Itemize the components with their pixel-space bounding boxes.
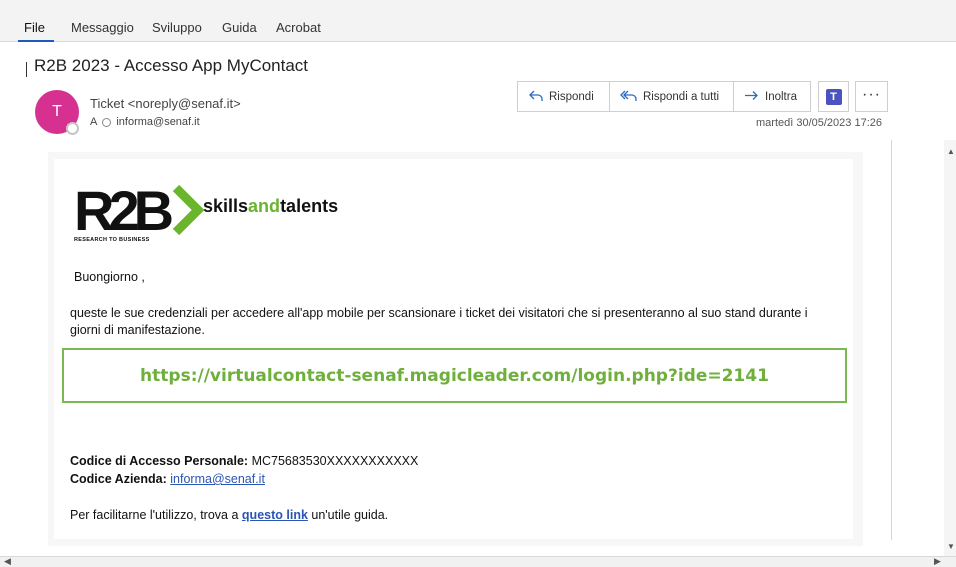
message-actions: Rispondi Rispondi a tutti Inoltra	[517, 81, 811, 112]
teams-button[interactable]: T	[818, 81, 849, 112]
reply-all-icon	[620, 89, 637, 105]
recipient-status-icon	[102, 117, 112, 127]
reply-button[interactable]: Rispondi	[518, 82, 610, 111]
access-code-row: Codice di Accesso Personale: MC75683530X…	[70, 454, 418, 468]
email-subject: R2B 2023 - Accesso App MyContact	[34, 56, 309, 75]
recipient-address[interactable]: informa@senaf.it	[116, 116, 199, 128]
received-date: martedì 30/05/2023 17:26	[756, 117, 882, 129]
login-link[interactable]: https://virtualcontact-senaf.magicleader…	[140, 366, 769, 386]
to-label: A	[90, 116, 98, 128]
logo-brand-part3: talents	[280, 196, 339, 216]
vertical-scrollbar[interactable]: ▲ ▼	[944, 140, 956, 560]
menu-guida[interactable]: Guida	[222, 20, 257, 35]
guide-prefix: Per facilitarne l'utilizzo, trova a	[70, 508, 239, 522]
guide-suffix: un'utile guida.	[311, 508, 389, 522]
scroll-right-icon[interactable]: ▶	[934, 556, 941, 567]
reply-icon	[528, 89, 543, 105]
forward-icon	[744, 89, 759, 105]
company-code-link[interactable]: informa@senaf.it	[170, 472, 265, 486]
forward-label: Inoltra	[765, 90, 797, 103]
scroll-down-icon[interactable]: ▼	[947, 542, 955, 551]
logo-mark: R2B	[74, 180, 172, 242]
text-cursor	[26, 62, 27, 77]
menu-bar: File Messaggio Sviluppo Guida Acrobat	[0, 0, 956, 42]
menu-acrobat[interactable]: Acrobat	[276, 20, 321, 35]
reply-all-label: Rispondi a tutti	[643, 90, 720, 103]
horizontal-scrollbar[interactable]: ◀ ▶	[0, 556, 956, 567]
logo-brand-part2: and	[248, 196, 281, 216]
recipient-row: A informa@senaf.it	[90, 116, 200, 128]
teams-icon: T	[825, 88, 842, 105]
reply-all-button[interactable]: Rispondi a tutti	[610, 82, 734, 111]
pane-divider	[891, 140, 892, 540]
access-code-label: Codice di Accesso Personale:	[70, 454, 249, 468]
menu-file[interactable]: File	[24, 20, 45, 35]
menu-sviluppo[interactable]: Sviluppo	[152, 20, 202, 35]
company-code-label: Codice Azienda:	[70, 472, 167, 486]
credentials-paragraph: queste le sue credenziali per accedere a…	[70, 306, 808, 337]
forward-button[interactable]: Inoltra	[734, 82, 810, 111]
more-options-button[interactable]: ···	[855, 81, 888, 112]
access-code-value: MC75683530XXXXXXXXXXX	[251, 454, 419, 468]
greeting: Buongiorno ,	[74, 270, 145, 284]
scroll-left-icon[interactable]: ◀	[4, 556, 11, 567]
login-link-box: https://virtualcontact-senaf.magicleader…	[62, 348, 847, 403]
guide-link[interactable]: questo link	[242, 508, 308, 522]
logo-subtitle: RESEARCH TO BUSINESS	[74, 237, 150, 243]
logo-brand-part1: skills	[203, 196, 249, 216]
sender-address[interactable]: Ticket <noreply@senaf.it>	[90, 96, 241, 111]
company-code-row: Codice Azienda: informa@senaf.it	[70, 472, 265, 486]
scroll-up-icon[interactable]: ▲	[947, 147, 955, 156]
reply-label: Rispondi	[549, 90, 594, 103]
presence-indicator	[66, 122, 79, 135]
guide-row: Per facilitarne l'utilizzo, trova a ques…	[70, 508, 388, 522]
menu-messaggio[interactable]: Messaggio	[71, 20, 134, 35]
logo-brand-text: skillsandtalents	[203, 196, 338, 217]
active-tab-indicator	[18, 40, 54, 42]
